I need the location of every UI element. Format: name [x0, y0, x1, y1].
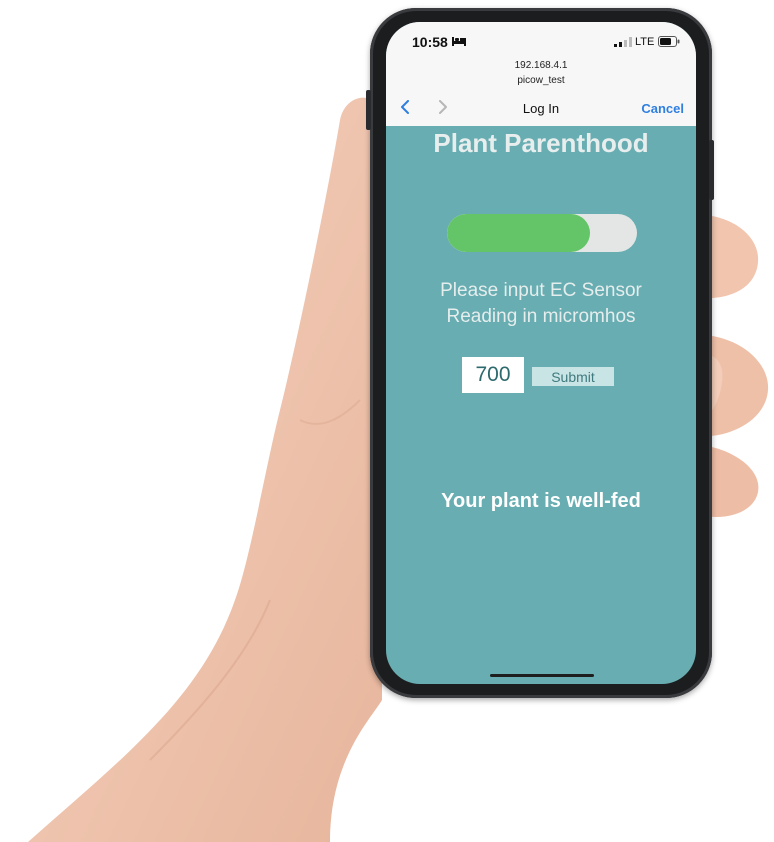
battery-icon	[658, 36, 680, 47]
prompt-line-1: Please input EC Sensor	[440, 280, 642, 301]
progress-bar	[447, 214, 637, 252]
input-prompt: Please input EC Sensor Reading in microm…	[386, 278, 696, 330]
status-time: 10:58	[412, 34, 448, 50]
prompt-line-2: Reading in micromhos	[446, 306, 636, 327]
status-message: Your plant is well-fed	[441, 490, 641, 512]
progress-fill	[447, 214, 590, 252]
cancel-button[interactable]: Cancel	[641, 101, 684, 116]
volume-button	[366, 90, 371, 130]
browser-url: 192.168.4.1	[514, 60, 568, 71]
browser-subtitle: picow_test	[517, 75, 565, 86]
signal-icon	[614, 37, 632, 47]
bed-icon	[452, 37, 466, 46]
power-button	[709, 140, 714, 200]
submit-button[interactable]: Submit	[532, 367, 614, 386]
ec-reading-input[interactable]	[462, 357, 524, 393]
home-indicator	[490, 674, 594, 677]
network-type: LTE	[635, 36, 655, 48]
phone-screen: 10:58 LTE 192.168.4.1 picow_test Log In …	[386, 22, 696, 684]
page-title: Plant Parenthood	[433, 128, 649, 158]
browser-header: 10:58 LTE 192.168.4.1 picow_test Log In …	[386, 22, 696, 126]
